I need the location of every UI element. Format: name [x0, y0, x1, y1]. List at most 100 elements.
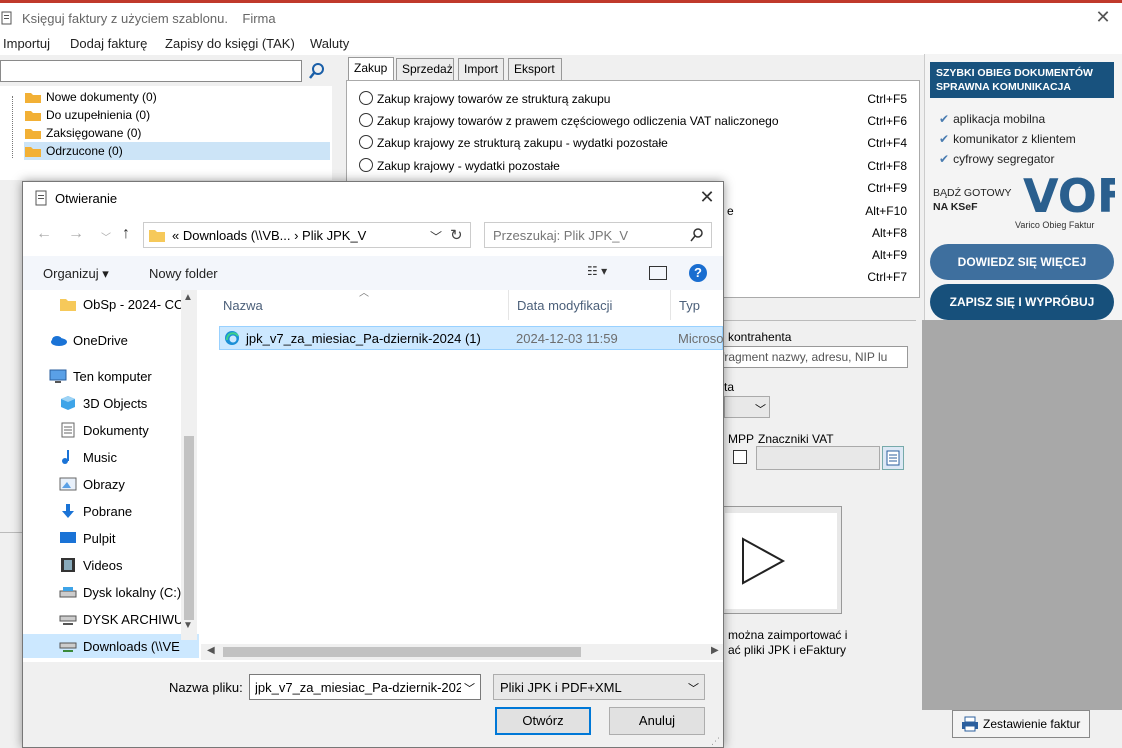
znaczniki-vat-label: Znaczniki VAT: [758, 432, 834, 446]
menu-waluty[interactable]: Waluty: [310, 36, 349, 51]
open-button[interactable]: Otwórz: [495, 707, 591, 735]
network-drive-icon: [59, 615, 77, 625]
menu-dodaj-fakture[interactable]: Dodaj fakturę: [70, 36, 147, 51]
preview-pane-icon[interactable]: [649, 266, 667, 280]
tab-import[interactable]: Import: [458, 58, 504, 80]
znaczniki-vat-field[interactable]: [756, 446, 880, 470]
signup-trial-button[interactable]: ZAPISZ SIĘ I WYPRÓBUJ: [930, 284, 1114, 320]
nav-item-dokumenty[interactable]: Dokumenty: [23, 418, 199, 442]
back-arrow-icon[interactable]: ←: [35, 225, 53, 245]
zestawienie-label: Zestawienie faktur: [983, 717, 1081, 731]
radio-button[interactable]: [359, 135, 373, 149]
vof-logo: VOF Varico Obieg Faktur: [1015, 169, 1115, 230]
refresh-icon[interactable]: ↻: [450, 226, 463, 244]
filename-input[interactable]: jpk_v7_za_miesiac_Pa-dziernik-202 ﹀: [249, 674, 481, 700]
tab-zakup[interactable]: Zakup: [348, 57, 394, 81]
scroll-down-icon[interactable]: ▼: [183, 620, 193, 631]
nav-item-ten-komputer[interactable]: Ten komputer: [23, 364, 199, 388]
open-file-dialog: Otwieranie ✕ ← → ﹀ ↑ « Downloads (\\VB..…: [22, 181, 724, 748]
dialog-close-button[interactable]: ✕: [697, 187, 717, 209]
tree-item-do-uzupelnienia[interactable]: Do uzupełnienia (0): [24, 106, 330, 124]
scroll-right-icon[interactable]: ▶: [711, 645, 719, 656]
option-row[interactable]: Zakup krajowy towarów ze strukturą zakup…: [359, 89, 915, 107]
column-header-nazwa[interactable]: Nazwa: [215, 290, 509, 320]
learn-more-button[interactable]: DOWIEDZ SIĘ WIĘCEJ: [930, 244, 1114, 280]
tree-item-odrzucone[interactable]: Odrzucone (0): [24, 142, 330, 160]
option-label: Zakup krajowy - wydatki pozostałe: [377, 159, 560, 173]
view-options-icon[interactable]: ☷ ▾: [587, 264, 627, 282]
scroll-up-icon[interactable]: ▲: [183, 292, 193, 303]
scroll-thumb[interactable]: [184, 436, 194, 620]
scroll-thumb[interactable]: [223, 647, 581, 657]
option-row[interactable]: Zakup krajowy - wydatki pozostałe Ctrl+F8: [359, 156, 915, 174]
menu-importuj[interactable]: Importuj: [3, 36, 50, 51]
drive-icon: [59, 587, 77, 598]
nav-item-obsp[interactable]: ObSp - 2024- CC: [23, 292, 199, 316]
column-header-typ[interactable]: Typ: [671, 290, 723, 320]
nav-item-3d-objects[interactable]: 3D Objects: [23, 391, 199, 415]
nav-item-downloads-network[interactable]: Downloads (\\VE: [23, 634, 199, 658]
chevron-down-icon[interactable]: ﹀: [464, 680, 475, 696]
promo-item: ✔ komunikator z klientem: [939, 132, 1076, 146]
tab-eksport[interactable]: Eksport: [508, 58, 562, 80]
search-icon[interactable]: [305, 60, 329, 82]
organize-menu[interactable]: Organizuj ▾: [43, 266, 109, 282]
option-shortcut: Alt+F10: [865, 204, 907, 218]
tree-item-label: Do uzupełnienia (0): [46, 108, 151, 122]
znaczniki-vat-picker-button[interactable]: [882, 446, 904, 470]
printer-icon: [962, 716, 978, 732]
up-arrow-icon[interactable]: ↑: [117, 225, 135, 245]
app-titlebar: Księguj faktury z użyciem szablonu. Firm…: [0, 3, 1122, 33]
cancel-button[interactable]: Anuluj: [609, 707, 705, 735]
recent-chevron-icon[interactable]: ﹀: [97, 229, 115, 249]
option-label: Zakup krajowy towarów ze strukturą zakup…: [377, 92, 611, 106]
kontrahent-label: kontrahenta: [728, 330, 792, 344]
nav-item-obrazy[interactable]: Obrazy: [23, 472, 199, 496]
column-header-data[interactable]: Data modyfikacji: [509, 290, 671, 320]
tab-sprzedaz[interactable]: Sprzedaż: [396, 58, 454, 80]
tree-item-zaksiegowane[interactable]: Zaksięgowane (0): [24, 124, 330, 142]
nav-item-pobrane[interactable]: Pobrane: [23, 499, 199, 523]
tree-item-nowe[interactable]: Nowe dokumenty (0): [24, 88, 330, 106]
document-icon: [61, 422, 75, 438]
nav-item-onedrive[interactable]: OneDrive: [23, 328, 199, 352]
radio-button[interactable]: [359, 91, 373, 105]
date-dropdown[interactable]: ﹀: [724, 396, 770, 418]
scroll-left-icon[interactable]: ◀: [207, 645, 215, 656]
mpp-checkbox[interactable]: [733, 450, 747, 464]
nav-item-dysk-archiwum[interactable]: DYSK ARCHIWU: [23, 607, 199, 631]
nav-scrollbar[interactable]: ▲ ▼: [181, 290, 197, 640]
nav-item-dysk-lokalny[interactable]: Dysk lokalny (C:): [23, 580, 199, 604]
horizontal-scrollbar[interactable]: ◀ ▶: [201, 644, 723, 660]
address-bar[interactable]: « Downloads (\\VB... › Plik JPK_V ﹀ ↻: [143, 222, 471, 248]
option-row[interactable]: Zakup krajowy ze strukturą zakupu - wyda…: [359, 133, 915, 151]
data-label: ta: [724, 380, 735, 394]
nav-item-pulpit[interactable]: Pulpit: [23, 526, 199, 550]
filetype-value: Pliki JPK i PDF+XML: [500, 680, 622, 695]
zestawienie-faktur-button[interactable]: Zestawienie faktur: [952, 710, 1090, 738]
file-type: Microso: [678, 331, 724, 346]
option-shortcut: Alt+F8: [871, 226, 907, 240]
promo-item: ✔ aplikacja mobilna: [939, 112, 1046, 126]
tree-search-input[interactable]: [0, 60, 302, 82]
new-folder-button[interactable]: Nowy folder: [149, 266, 218, 281]
help-icon[interactable]: ?: [689, 264, 707, 282]
app-close-button[interactable]: ✕: [1094, 7, 1112, 27]
video-thumbnail[interactable]: [720, 506, 842, 614]
check-icon: ✔: [939, 152, 950, 166]
resize-grip-icon[interactable]: ⋰: [711, 736, 720, 747]
dialog-search-input[interactable]: Przeszukaj: Plik JPK_V: [484, 222, 712, 248]
nav-item-music[interactable]: Music: [23, 445, 199, 469]
radio-button[interactable]: [359, 158, 373, 172]
forward-arrow-icon[interactable]: →: [67, 225, 85, 245]
nav-item-videos[interactable]: Videos: [23, 553, 199, 577]
folder-icon: [25, 129, 41, 139]
option-row[interactable]: Zakup krajowy towarów z prawem częściowe…: [359, 111, 915, 129]
filetype-select[interactable]: Pliki JPK i PDF+XML ﹀: [493, 674, 705, 700]
kontrahent-search-input[interactable]: fragment nazwy, adresu, NIP lu: [700, 346, 908, 368]
radio-button[interactable]: [359, 113, 373, 127]
menu-zapisy-do-ksiegi[interactable]: Zapisy do księgi (TAK): [165, 36, 295, 51]
file-row[interactable]: jpk_v7_za_miesiac_Pa-dziernik-2024 (1) 2…: [219, 326, 724, 350]
option-shortcut: Ctrl+F6: [867, 114, 907, 128]
chevron-down-icon[interactable]: ﹀: [430, 228, 442, 245]
